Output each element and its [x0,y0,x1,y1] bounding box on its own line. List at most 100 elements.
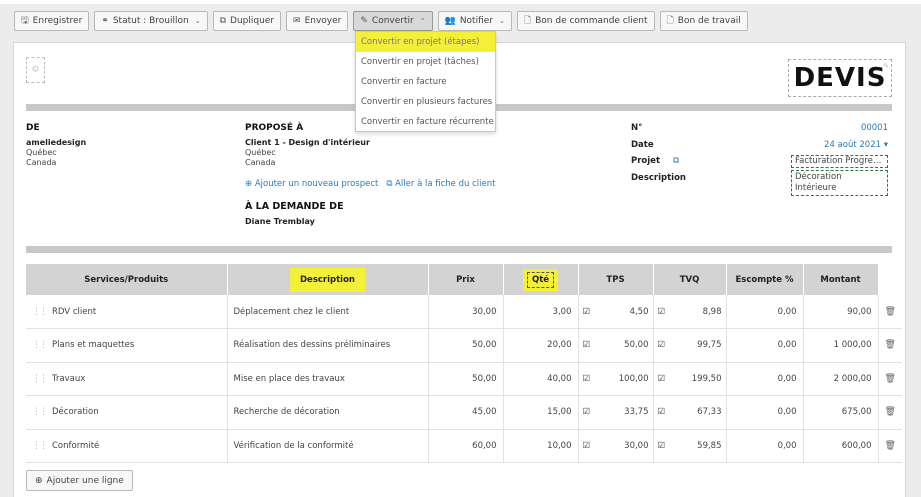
col-description: Description [227,264,429,295]
checkbox-icon[interactable]: ☑ [658,307,666,317]
trash-icon[interactable]: 🗑 [878,328,902,363]
price-cell[interactable]: 30,00 [428,295,504,329]
drag-handle-icon[interactable]: ⋮⋮ [32,407,48,417]
description-cell[interactable]: Recherche de décoration [227,395,429,430]
checkbox-icon[interactable]: ☑ [658,374,666,384]
trash-icon[interactable]: 🗑 [878,295,902,329]
project-field[interactable]: Facturation Progre… [791,155,888,168]
qty-cell[interactable]: 40,00 [503,362,579,396]
drag-handle-icon[interactable]: ⋮⋮ [32,441,48,451]
tps-cell[interactable]: ☑ 100,00 [578,362,654,396]
qty-cell[interactable]: 10,00 [503,429,579,463]
tvq-cell[interactable]: ☑ 59,85 [653,429,727,463]
add-line-button[interactable]: ⊕ Ajouter une ligne [26,470,133,491]
top-strip [0,0,921,4]
save-button[interactable]: 🖫 Enregistrer [14,11,90,31]
service-cell[interactable]: ⋮⋮ Décoration [26,395,228,430]
external-link-icon[interactable]: ⧉ [673,156,679,166]
discount-cell[interactable]: 0,00 [726,362,804,396]
table-row: ⋮⋮ Plans et maquettes Réalisation des des… [26,328,902,363]
tps-cell[interactable]: ☑ 4,50 [578,295,654,329]
send-label: Envoyer [304,16,342,26]
price-cell[interactable]: 60,00 [428,429,504,463]
checkbox-icon[interactable]: ☑ [583,307,591,317]
chevron-down-icon: ⌄ [499,17,505,25]
service-cell[interactable]: ⋮⋮ Plans et maquettes [26,328,228,363]
col-amount-label: Montant [820,274,861,285]
drag-handle-icon[interactable]: ⋮⋮ [32,340,48,350]
line-items-table: Services/Produits Description Prix Qté T… [26,264,903,463]
convert-dropdown[interactable]: ✎ Convertir ⌃ [353,11,433,31]
col-price-label: Prix [456,274,475,285]
date-picker[interactable]: 24 août 2021 ▾ [804,140,888,150]
amount-cell: 675,00 [803,395,879,430]
logo-placeholder[interactable]: ⚙ [26,57,45,83]
discount-cell[interactable]: 0,00 [726,295,804,329]
client-sheet-label: Aller à la fiche du client [395,179,496,189]
tps-cell[interactable]: ☑ 33,75 [578,395,654,430]
menu-item-convert-multiple-invoices[interactable]: Convertir en plusieurs factures [356,92,495,112]
checkbox-icon[interactable]: ☑ [583,407,591,417]
checkbox-icon[interactable]: ☑ [658,340,666,350]
service-cell[interactable]: ⋮⋮ Conformité [26,429,228,463]
description-cell[interactable]: Vérification de la conformité [227,429,429,463]
status-dropdown[interactable]: ⚭ Statut : Brouillon ⌄ [94,11,208,31]
checkbox-icon[interactable]: ☑ [658,407,666,417]
qty-cell[interactable]: 20,00 [503,328,579,363]
to-country: Canada [245,158,276,167]
client-order-button[interactable]: 🗋 Bon de commande client [516,11,655,31]
service-cell[interactable]: ⋮⋮ RDV client [26,295,228,329]
tvq-cell[interactable]: ☑ 99,75 [653,328,727,363]
from-heading: DE [26,123,40,133]
description-field[interactable]: Décoration Intérieure [791,170,888,196]
trash-icon[interactable]: 🗑 [878,362,902,396]
add-prospect-link[interactable]: ⊕ Ajouter un nouveau prospect [245,179,378,189]
duplicate-button[interactable]: ⧉ Dupliquer [212,11,282,31]
discount-cell[interactable]: 0,00 [726,328,804,363]
drag-handle-icon[interactable]: ⋮⋮ [32,374,48,384]
description-line1: Décoration [795,172,842,182]
col-services: Services/Produits [26,264,228,295]
save-icon: 🖫 [21,16,29,26]
description-cell[interactable]: Déplacement chez le client [227,295,429,329]
price-cell[interactable]: 50,00 [428,328,504,363]
discount-cell[interactable]: 0,00 [726,395,804,430]
description-cell[interactable]: Réalisation des dessins préliminaires [227,328,429,363]
tps-cell[interactable]: ☑ 30,00 [578,429,654,463]
checkbox-icon[interactable]: ☑ [583,374,591,384]
chevron-up-icon: ⌃ [419,17,426,25]
tvq-cell[interactable]: ☑ 67,33 [653,395,727,430]
tvq-value: 199,50 [691,373,722,384]
send-button[interactable]: ✉ Envoyer [286,11,349,31]
notify-dropdown[interactable]: 👥 Notifier ⌄ [437,11,512,31]
menu-item-convert-project-stages[interactable]: Convertir en projet (étapes) [356,32,495,52]
to-block: PROPOSÉ À Client 1 - Design d'intérieur … [245,123,370,168]
drag-handle-icon[interactable]: ⋮⋮ [32,307,48,317]
tvq-cell[interactable]: ☑ 199,50 [653,362,727,396]
price-cell[interactable]: 45,00 [428,395,504,430]
tps-cell[interactable]: ☑ 50,00 [578,328,654,363]
description-cell[interactable]: Mise en place des travaux [227,362,429,396]
menu-item-convert-recurring-invoice[interactable]: Convertir en facture récurrente [356,112,495,132]
work-order-button[interactable]: 🗋 Bon de travail [659,11,748,31]
service-cell[interactable]: ⋮⋮ Travaux [26,362,228,396]
toolbar: 🖫 Enregistrer ⚭ Statut : Brouillon ⌄ ⧉ Dupli… [14,11,748,31]
users-icon: 👥 [444,16,456,26]
col-discount-label: Escompte % [735,274,794,285]
menu-item-convert-invoice[interactable]: Convertir en facture [356,72,495,92]
trash-icon[interactable]: 🗑 [878,429,902,463]
document-title-box[interactable]: DEVIS ✎ [788,59,892,97]
qty-cell[interactable]: 15,00 [503,395,579,430]
price-cell[interactable]: 50,00 [428,362,504,396]
qty-cell[interactable]: 3,00 [503,295,579,329]
checkbox-icon[interactable]: ☑ [658,441,666,451]
plus-circle-icon: ⊕ [245,179,253,189]
discount-cell[interactable]: 0,00 [726,429,804,463]
checkbox-icon[interactable]: ☑ [583,441,591,451]
col-tps: TPS [578,264,654,295]
trash-icon[interactable]: 🗑 [878,395,902,430]
checkbox-icon[interactable]: ☑ [583,340,591,350]
menu-item-convert-project-tasks[interactable]: Convertir en projet (tâches) [356,52,495,72]
client-sheet-link[interactable]: ⧉ Aller à la fiche du client [386,179,495,189]
tvq-cell[interactable]: ☑ 8,98 [653,295,727,329]
